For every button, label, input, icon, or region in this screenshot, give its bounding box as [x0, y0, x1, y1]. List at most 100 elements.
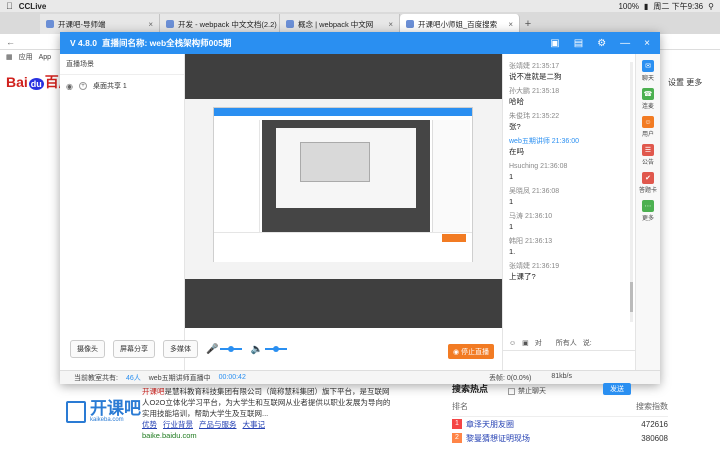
recipient-select[interactable]: 所有人	[556, 338, 577, 348]
hot-title-link[interactable]: 黎曼猜想证明现场	[466, 433, 530, 444]
brand-name: 开课吧	[90, 399, 141, 418]
scene-label: 桌面共享 1	[92, 83, 127, 90]
media-button[interactable]: 多媒体	[163, 340, 198, 358]
chat-message: 张靖婕 21:36:19 上课了?	[509, 262, 629, 282]
cclive-window: V 4.8.0 直播间名称: web全栈架构师005期 ▣ ▤ ⚙ — × 直播…	[60, 32, 660, 395]
mute-checkbox[interactable]	[508, 387, 515, 395]
close-icon[interactable]: ×	[508, 20, 513, 29]
hot-col-rank: 排名	[452, 402, 468, 411]
camera-button[interactable]: 摄像头	[70, 340, 105, 358]
chat-input[interactable]	[503, 350, 636, 384]
kaikeba-logo[interactable]: 开课吧 kaikeba.com	[66, 400, 141, 423]
rail-item-more[interactable]: ⋯ 更多	[636, 200, 660, 222]
mute-chat-toggle[interactable]: 禁止聊天	[508, 386, 546, 396]
browser-tab[interactable]: 开课吧-导师端 ×	[40, 14, 160, 34]
rail-label: 更多	[641, 216, 654, 222]
hot-row[interactable]: 1 章泽天朋友圈 472616	[452, 417, 668, 431]
bookmark-app[interactable]: App	[39, 54, 51, 61]
rail-item-quiz[interactable]: ✔ 答题卡	[636, 172, 660, 194]
rail-item-user[interactable]: ☺ 用户	[636, 116, 660, 138]
screenshot-icon[interactable]: ▣	[550, 38, 559, 49]
bookmark-apps[interactable]: 应用	[19, 52, 33, 62]
encyc-link[interactable]: 产品与服务	[199, 420, 237, 429]
encyc-link[interactable]: 大事记	[243, 420, 266, 429]
hot-col-index: 搜索指数	[636, 402, 668, 411]
baidu-settings[interactable]: 设置 更多	[668, 77, 702, 88]
chat-text: 上课了?	[509, 272, 536, 281]
window-title-bar[interactable]: V 4.8.0 直播间名称: web全栈架构师005期 ▣ ▤ ⚙ — ×	[60, 32, 660, 54]
clock[interactable]: 周二 下午9:36	[653, 1, 703, 12]
nested-screen	[213, 107, 473, 262]
hot-row[interactable]: 2 黎曼猜想证明现场 380608	[452, 431, 668, 445]
encyc-url[interactable]: baike.baidu.com	[142, 430, 392, 441]
speaker-volume[interactable]: 🔈	[250, 344, 287, 355]
chat-toolbar: ☺ ▣ 对 所有人 说:	[509, 337, 633, 349]
image-icon[interactable]: ▣	[522, 339, 529, 347]
chat-scrollbar[interactable]	[630, 62, 633, 322]
version-label: V 4.8.0	[70, 38, 97, 48]
eye-icon[interactable]: ◉	[66, 82, 73, 91]
rail-item-notice[interactable]: ☰ 公告	[636, 144, 660, 166]
chat-panel: 张靖婕 21:35:17 说不准就是二狗 孙大鹏 21:35:18 哈哈 朱俊玮 2…	[502, 54, 636, 370]
tab-label: 开课吧-导师端	[58, 19, 106, 29]
stop-live-button[interactable]: ◉ 停止直播	[448, 344, 494, 359]
apps-icon[interactable]: ▦	[6, 53, 13, 61]
speaker-icon[interactable]: 🔈	[250, 344, 262, 355]
mic-slider[interactable]	[220, 346, 243, 352]
close-icon[interactable]: ×	[148, 20, 153, 29]
nested-stop-button	[442, 234, 466, 242]
browser-tab-active[interactable]: 开课吧小师姐_百度搜索 ×	[400, 14, 520, 34]
search-icon[interactable]: ⚲	[708, 2, 714, 11]
chat-icon[interactable]: ✉	[642, 60, 654, 72]
microphone-icon[interactable]: 🎤	[206, 344, 218, 355]
kaikeba-logo-icon	[66, 400, 86, 423]
encyc-links: 优势 行业背景 产品与服务 大事记	[142, 419, 392, 430]
send-button[interactable]: 发送	[603, 383, 631, 395]
browser-tab[interactable]: 概念 | webpack 中文网 ×	[280, 14, 400, 34]
scene-panel: 直播场景 ◉ + 桌面共享 1	[60, 54, 185, 370]
scene-item[interactable]: ◉ + 桌面共享 1	[60, 75, 184, 97]
chat-message: 孙大鹏 21:35:18 哈哈	[509, 87, 629, 107]
tab-favicon	[166, 20, 174, 28]
hot-title-link[interactable]: 章泽天朋友圈	[466, 419, 514, 430]
tab-label: 开发 - webpack 中文文档(2.2)	[178, 19, 277, 29]
rail-item-mic-link[interactable]: ☎ 连麦	[636, 88, 660, 110]
mic-link-icon[interactable]: ☎	[642, 88, 654, 100]
scrollbar-thumb[interactable]	[630, 282, 633, 312]
hot-rank: 1	[452, 419, 462, 429]
more-link[interactable]: 更多	[686, 78, 702, 87]
rail-item-chat[interactable]: ✉ 聊天	[636, 60, 660, 82]
notice-icon[interactable]: ☰	[642, 144, 654, 156]
chat-messages: 张靖婕 21:35:17 说不准就是二狗 孙大鹏 21:35:18 哈哈 朱俊玮 2…	[509, 62, 629, 287]
gear-icon[interactable]: ⚙	[597, 38, 606, 49]
new-tab-icon[interactable]: +	[520, 14, 536, 34]
minimize-icon[interactable]: —	[620, 38, 630, 49]
encyc-link[interactable]: 行业背景	[163, 420, 193, 429]
encyc-link[interactable]: 优势	[142, 420, 157, 429]
apple-icon[interactable]: 	[6, 1, 13, 11]
more-icon[interactable]: ⋯	[642, 200, 654, 212]
settings-link[interactable]: 设置	[668, 78, 684, 87]
nested-preview	[262, 120, 430, 232]
chat-text: 说不准就是二狗	[509, 72, 562, 81]
app-name[interactable]: CCLive	[19, 2, 47, 11]
close-icon[interactable]: ×	[388, 20, 393, 29]
chat-user: Hsuching 21:36:08	[509, 163, 568, 170]
emoji-icon[interactable]: ☺	[509, 340, 516, 347]
user-icon[interactable]: ☺	[642, 116, 654, 128]
close-icon[interactable]: ×	[644, 38, 650, 49]
back-icon[interactable]: ←	[6, 37, 15, 47]
encyc-highlight[interactable]: 开课吧	[142, 387, 165, 396]
battery-text: 100%	[618, 1, 639, 11]
speaker-slider[interactable]	[264, 346, 287, 352]
screen-share-button[interactable]: 屏幕分享	[113, 340, 155, 358]
hot-index: 380608	[641, 433, 668, 443]
mute-label: 禁止聊天	[518, 388, 546, 395]
hot-index: 472616	[641, 419, 668, 429]
mic-volume[interactable]: 🎤	[206, 344, 243, 355]
window-mode-icon[interactable]: ▤	[574, 38, 583, 49]
chat-text: 1	[509, 197, 514, 206]
browser-tab[interactable]: 开发 - webpack 中文文档(2.2)×	[160, 14, 280, 34]
add-icon[interactable]: +	[78, 82, 87, 90]
quiz-icon[interactable]: ✔	[642, 172, 654, 184]
